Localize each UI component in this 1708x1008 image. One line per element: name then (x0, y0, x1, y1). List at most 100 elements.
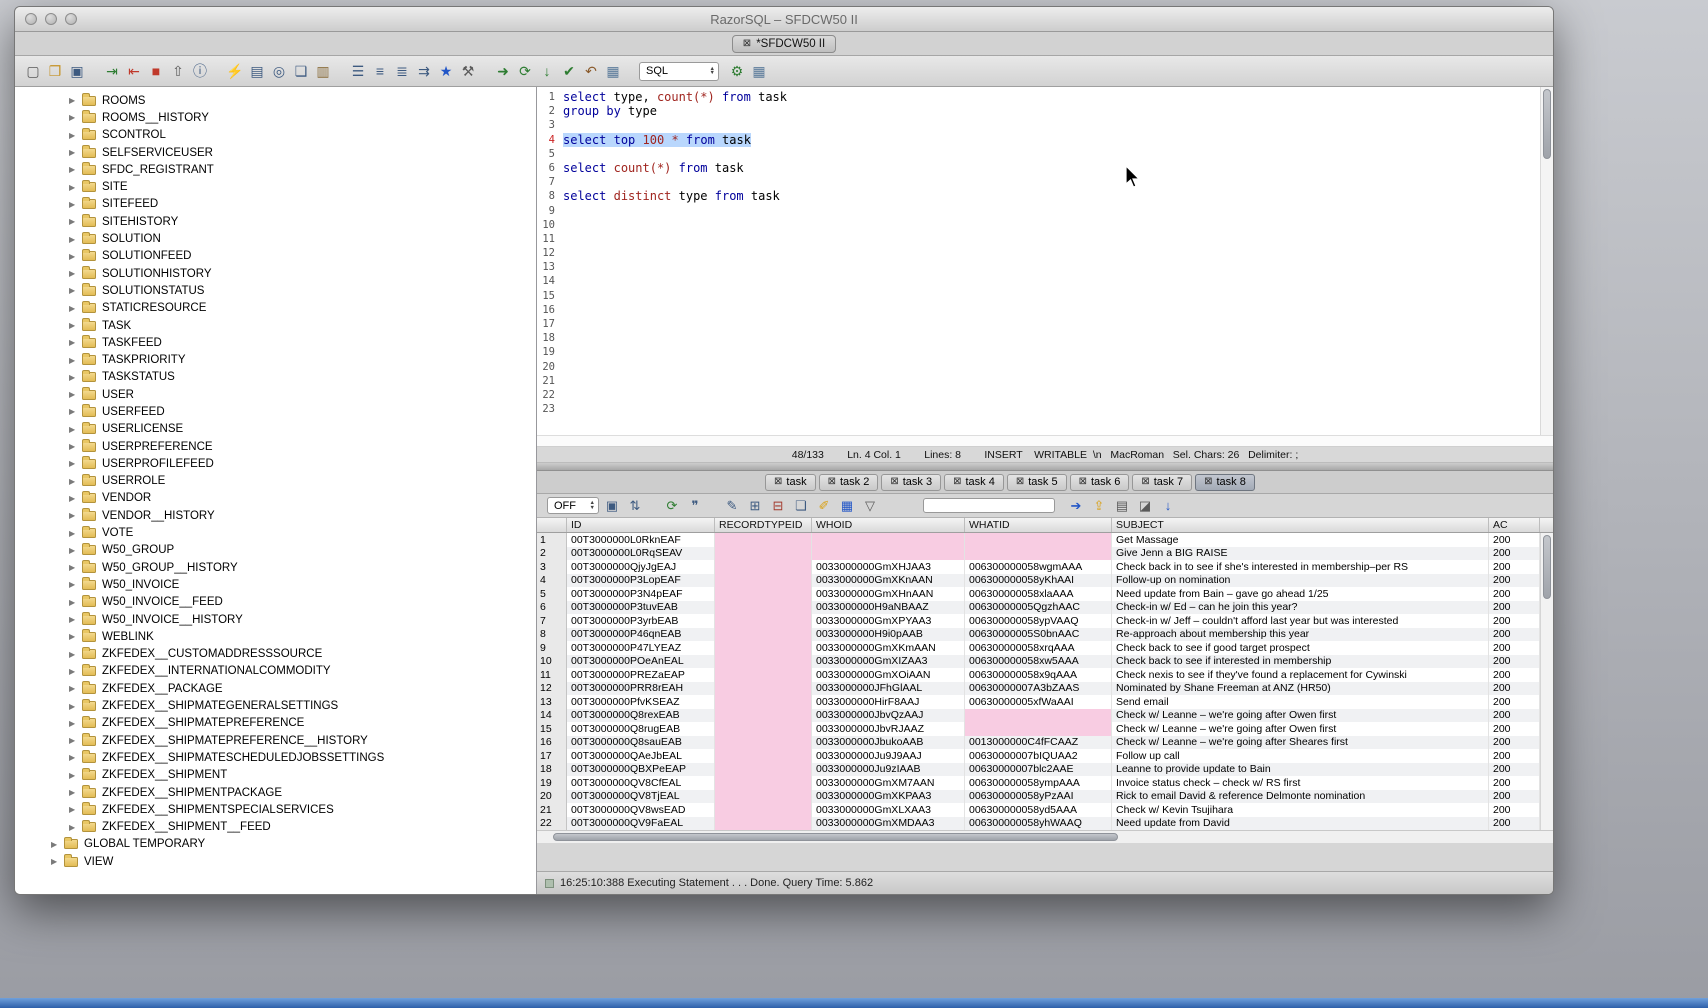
disclosure-triangle-icon[interactable]: ▶ (69, 719, 82, 728)
results-tab[interactable]: ⊠task 3 (881, 474, 941, 491)
cell-ac[interactable]: 200 (1489, 587, 1540, 601)
cell-subject[interactable]: Check w/ Leanne – we're going after Owen… (1112, 722, 1489, 736)
info-icon[interactable]: ⓘ (190, 61, 210, 81)
cell-whoid[interactable]: 0033000000GmXIZAA3 (812, 655, 965, 669)
results-hscrollbar[interactable] (537, 830, 1553, 843)
disconnect-icon[interactable]: ⇤ (124, 61, 144, 81)
cell-whoid[interactable]: 0033000000GmXKPAA3 (812, 790, 965, 804)
reexecute-icon[interactable]: ⟳ (662, 497, 682, 515)
cell-subject[interactable]: Check back in to see if she's interested… (1112, 560, 1489, 574)
tree-item[interactable]: ▶ZKFEDEX__INTERNATIONALCOMMODITY (15, 663, 536, 680)
cell-subject[interactable]: Check back to see if good target prospec… (1112, 641, 1489, 655)
cell-ac[interactable]: 200 (1489, 736, 1540, 750)
table-row[interactable]: 1500T3000000Q8rugEAB0033000000JbvRJAAZCh… (537, 722, 1553, 736)
tree-item[interactable]: ▶W50_INVOICE (15, 576, 536, 593)
disclosure-triangle-icon[interactable]: ▶ (69, 96, 82, 105)
edit-cell-icon[interactable]: ✎ (722, 497, 742, 515)
disclosure-triangle-icon[interactable]: ▶ (51, 857, 64, 866)
tree-item[interactable]: ▶VENDOR__HISTORY (15, 507, 536, 524)
save-icon[interactable]: ▣ (67, 61, 87, 81)
disclosure-triangle-icon[interactable]: ▶ (69, 615, 82, 624)
tree-item[interactable]: ▶SITE (15, 178, 536, 195)
tree-item[interactable]: ▶ZKFEDEX__SHIPMENTPACKAGE (15, 784, 536, 801)
cell-subject[interactable]: Need update from David (1112, 817, 1489, 831)
tree-item[interactable]: ▶STATICRESOURCE (15, 300, 536, 317)
disclosure-triangle-icon[interactable]: ▶ (69, 667, 82, 676)
download-icon[interactable]: ↓ (1158, 497, 1178, 515)
disclosure-triangle-icon[interactable]: ▶ (69, 529, 82, 538)
disclosure-triangle-icon[interactable]: ▶ (69, 563, 82, 572)
tree-item[interactable]: ▶VIEW (15, 853, 536, 870)
cell-whatid[interactable]: 006300000058xlaAAA (965, 587, 1112, 601)
tree-item[interactable]: ▶ZKFEDEX__SHIPMATEPREFERENCE (15, 715, 536, 732)
table-row[interactable]: 100T3000000L0RknEAFGet Massage200 (537, 533, 1553, 547)
cell-id[interactable]: 00T3000000Q8rugEAB (567, 722, 715, 736)
results-grid-icon[interactable]: ▦ (749, 61, 769, 81)
execute-sql-icon[interactable]: ⚡ (225, 61, 245, 81)
cell-ac[interactable]: 200 (1489, 749, 1540, 763)
auto-connect-icon[interactable]: ⚙ (727, 61, 747, 81)
table-row[interactable]: 1800T3000000QBXPeEAP0033000000Ju9zIAAB00… (537, 763, 1553, 777)
results-tab[interactable]: ⊠task 4 (944, 474, 1004, 491)
disclosure-triangle-icon[interactable]: ▶ (69, 252, 82, 261)
tree-item[interactable]: ▶WEBLINK (15, 628, 536, 645)
cell-subject[interactable]: Check-in w/ Ed – can he join this year? (1112, 601, 1489, 615)
table-row[interactable]: 1300T3000000PfvKSEAZ0033000000HirF8AAJ00… (537, 695, 1553, 709)
disclosure-triangle-icon[interactable]: ▶ (69, 235, 82, 244)
disclosure-triangle-icon[interactable]: ▶ (69, 650, 82, 659)
cell-recordtypeid[interactable] (715, 722, 812, 736)
cell-recordtypeid[interactable] (715, 587, 812, 601)
cell-whoid[interactable]: 0033000000HirF8AAJ (812, 695, 965, 709)
disclosure-triangle-icon[interactable]: ▶ (69, 805, 82, 814)
column-header[interactable]: AC (1489, 518, 1540, 532)
tree-item[interactable]: ▶SOLUTIONSTATUS (15, 282, 536, 299)
disclosure-triangle-icon[interactable]: ▶ (69, 407, 82, 416)
cell-ac[interactable]: 200 (1489, 776, 1540, 790)
cell-id[interactable]: 00T3000000QV9FaEAL (567, 817, 715, 831)
cell-id[interactable]: 00T3000000Q8rexEAB (567, 709, 715, 723)
max-rows-dropdown[interactable]: OFF ▲▼ (547, 497, 599, 514)
cell-ac[interactable]: 200 (1489, 641, 1540, 655)
cell-subject[interactable]: Re-approach about membership this year (1112, 628, 1489, 642)
cell-subject[interactable]: Check-in w/ Jeff – couldn't afford last … (1112, 614, 1489, 628)
cell-whatid[interactable]: 00630000005xfWaAAI (965, 695, 1112, 709)
cell-whatid[interactable]: 006300000058xrqAAA (965, 641, 1112, 655)
minimize-window-button[interactable] (45, 13, 57, 25)
cell-whatid[interactable] (965, 533, 1112, 547)
cell-ac[interactable]: 200 (1489, 722, 1540, 736)
table-row[interactable]: 1700T3000000QAeJbEAL0033000000Ju9J9AAJ00… (537, 749, 1553, 763)
cell-ac[interactable]: 200 (1489, 803, 1540, 817)
editor-hscrollbar[interactable] (537, 435, 1553, 447)
cell-subject[interactable]: Follow-up on nomination (1112, 574, 1489, 588)
tree-item[interactable]: ▶ROOMS (15, 92, 536, 109)
document-tab[interactable]: ⊠ *SFDCW50 II (732, 35, 836, 53)
cell-id[interactable]: 00T3000000P3LopEAF (567, 574, 715, 588)
results-search-input[interactable] (923, 498, 1055, 513)
results-tab[interactable]: ⊠task 6 (1070, 474, 1130, 491)
tab-close-icon[interactable]: ⊠ (1016, 477, 1024, 487)
table-row[interactable]: 2000T3000000QV8TjEAL0033000000GmXKPAA300… (537, 790, 1553, 804)
table-row[interactable]: 700T3000000P3yrbEAB0033000000GmXPYAA3006… (537, 614, 1553, 628)
cell-subject[interactable]: Get Massage (1112, 533, 1489, 547)
cell-recordtypeid[interactable] (715, 533, 812, 547)
tab-close-icon[interactable]: ⊠ (828, 477, 836, 487)
cell-id[interactable]: 00T3000000P46qnEAB (567, 628, 715, 642)
sql-editor[interactable]: 1234567891011121314151617181920212223 se… (537, 87, 1553, 435)
cell-id[interactable]: 00T3000000QV8TjEAL (567, 790, 715, 804)
cell-ac[interactable]: 200 (1489, 668, 1540, 682)
stop-icon[interactable]: ■ (146, 61, 166, 81)
cell-whatid[interactable]: 006300000058yPzAAI (965, 790, 1112, 804)
rollback-icon[interactable]: ↶ (581, 61, 601, 81)
results-vscroll-thumb[interactable] (1543, 535, 1551, 599)
table-row[interactable]: 1200T3000000PRR8rEAH0033000000JFhGlAAL00… (537, 682, 1553, 696)
favorites-icon[interactable]: ★ (436, 61, 456, 81)
disclosure-triangle-icon[interactable]: ▶ (69, 442, 82, 451)
cell-subject[interactable]: Check w/ Leanne – we're going after Owen… (1112, 709, 1489, 723)
align-right-icon[interactable]: ≣ (392, 61, 412, 81)
cell-ac[interactable]: 200 (1489, 763, 1540, 777)
cell-ac[interactable]: 200 (1489, 709, 1540, 723)
cell-whatid[interactable]: 006300000058yhWAAQ (965, 817, 1112, 831)
table-row[interactable]: 900T3000000P47LYEAZ0033000000GmXKmAAN006… (537, 641, 1553, 655)
tree-item[interactable]: ▶SOLUTIONFEED (15, 248, 536, 265)
cell-recordtypeid[interactable] (715, 817, 812, 831)
